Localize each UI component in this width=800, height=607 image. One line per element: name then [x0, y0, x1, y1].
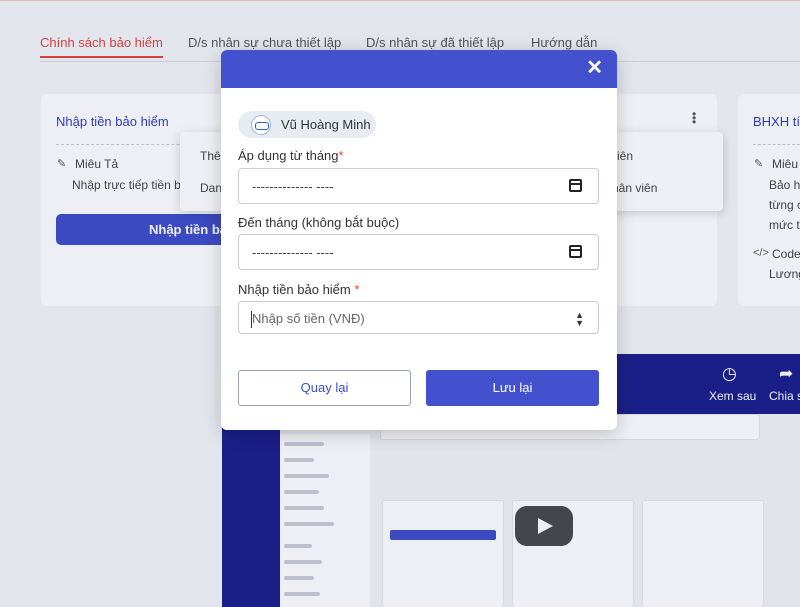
amount-label-text: Nhập tiền bảo hiểm — [238, 282, 351, 297]
to-month-label: Đến tháng (không bắt buộc) — [238, 215, 400, 230]
to-month-input[interactable]: -------------- ---- — [238, 234, 599, 270]
employee-chip: Vũ Hoàng Minh — [238, 111, 376, 138]
calendar-icon[interactable] — [569, 245, 582, 258]
amount-label: Nhập tiền bảo hiểm * — [238, 282, 359, 297]
amount-placeholder: Nhập số tiền (VNĐ) — [252, 311, 365, 326]
amount-input[interactable]: Nhập số tiền (VNĐ) ▲ ▼ — [238, 301, 599, 334]
save-button[interactable]: Lưu lại — [426, 370, 599, 406]
required-mark: * — [338, 148, 344, 163]
required-mark: * — [354, 282, 360, 297]
from-month-value: -------------- ---- — [252, 179, 334, 194]
close-icon[interactable]: ✕ — [586, 56, 603, 80]
employee-name: Vũ Hoàng Minh — [281, 117, 371, 132]
calendar-icon[interactable] — [569, 179, 582, 192]
to-month-value: -------------- ---- — [252, 245, 334, 260]
from-month-label: Áp dụng từ tháng* — [238, 148, 344, 163]
from-month-input[interactable]: -------------- ---- — [238, 168, 599, 204]
modal-header: ✕ — [221, 50, 617, 88]
from-month-label-text: Áp dụng từ tháng — [238, 148, 339, 163]
back-button[interactable]: Quay lại — [238, 370, 411, 406]
avatar — [251, 115, 271, 135]
stepper-icon[interactable]: ▲ ▼ — [575, 311, 584, 328]
insurance-modal: ✕ Vũ Hoàng Minh Áp dụng từ tháng* ------… — [221, 50, 617, 430]
